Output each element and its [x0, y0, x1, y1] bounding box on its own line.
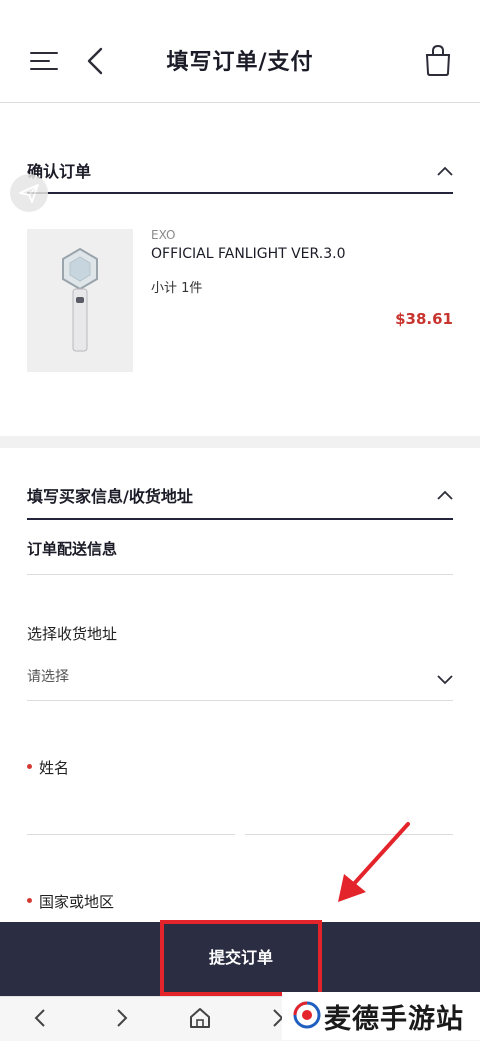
home-icon[interactable] [187, 1005, 213, 1031]
section-divider [27, 192, 453, 194]
chevron-up-icon[interactable] [436, 162, 454, 176]
buyer-info-title: 填写买家信息/收货地址 [27, 487, 193, 506]
product-quantity: 小计 1件 [151, 281, 203, 296]
chevron-up-icon[interactable] [436, 486, 454, 500]
address-label: 选择收货地址 [27, 625, 118, 643]
product-name[interactable]: OFFICIAL FANLIGHT VER.3.0 [151, 246, 345, 262]
first-name-input[interactable] [27, 834, 235, 835]
product-price: $38.61 [395, 310, 453, 328]
nav-back-icon[interactable] [28, 1005, 54, 1031]
country-label: 国家或地区 [27, 891, 114, 912]
product-image[interactable] [27, 229, 133, 372]
watermark-text: 麦德手游站 [324, 1004, 464, 1035]
required-dot [27, 898, 32, 903]
page-title: 填写订单/支付 [166, 50, 314, 75]
annotation-arrow-icon [330, 818, 420, 908]
shopping-bag-icon[interactable] [424, 44, 452, 76]
divider [27, 574, 453, 575]
name-label-text: 姓名 [39, 759, 70, 777]
name-label: 姓名 [27, 757, 69, 778]
address-select[interactable]: 请选择 [27, 666, 69, 686]
chevron-down-icon[interactable] [436, 670, 454, 685]
nav-forward-icon[interactable] [108, 1005, 134, 1031]
country-label-text: 国家或地区 [39, 893, 115, 911]
submit-order-button[interactable]: 提交订单 [160, 920, 322, 996]
product-brand: EXO [151, 228, 176, 242]
watermark-logo-icon [292, 1000, 322, 1030]
send-icon[interactable] [10, 174, 48, 212]
address-underline [27, 700, 453, 701]
section-divider [27, 518, 453, 520]
delivery-info-subtitle: 订单配送信息 [27, 540, 118, 558]
required-dot [27, 764, 32, 769]
section-separator [0, 436, 480, 448]
